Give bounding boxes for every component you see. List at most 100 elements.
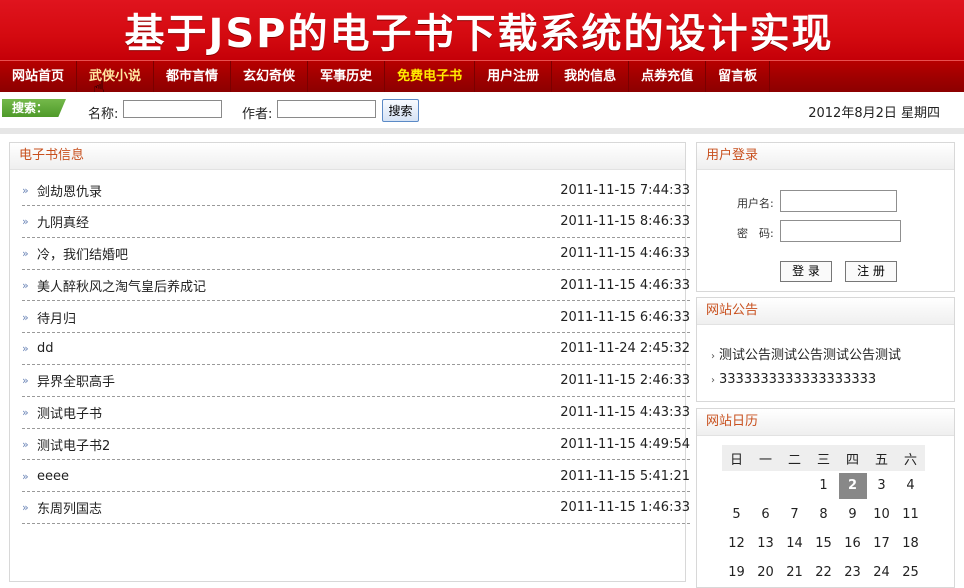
notice-item[interactable]: › 测试公告测试公告测试公告测试	[711, 344, 901, 363]
notice-item[interactable]: › 3333333333333333333	[711, 372, 876, 387]
book-time: 2011-11-24 2:45:32	[560, 341, 690, 357]
book-title[interactable]: 九阴真经	[37, 212, 89, 231]
author-search-input[interactable]	[277, 100, 376, 118]
book-row[interactable]: » 异界全职高手 2011-11-15 2:46:33	[22, 366, 690, 397]
double-chevron-icon: »	[22, 501, 29, 515]
nav-item-1[interactable]: 武侠小说	[77, 61, 155, 92]
calendar-day[interactable]: 24	[867, 558, 896, 587]
notice-text: 3333333333333333333	[719, 372, 877, 387]
book-list: » 剑劫恩仇录 2011-11-15 7:44:33 » 九阴真经 2011-11-15 …	[22, 175, 690, 525]
calendar-day[interactable]: 21	[780, 558, 809, 587]
book-title[interactable]: 东周列国志	[37, 498, 102, 517]
book-left: » 剑劫恩仇录	[22, 181, 102, 200]
book-left: » 待月归	[22, 308, 76, 327]
username-input[interactable]	[780, 190, 897, 212]
book-time: 2011-11-15 7:44:33	[560, 182, 690, 198]
site-banner: 基于JSP的电子书下载系统的设计实现	[0, 0, 964, 60]
calendar-weekday: 日	[722, 445, 751, 471]
nav-item-9[interactable]: 留言板	[706, 61, 771, 92]
book-time: 2011-11-15 8:46:33	[560, 214, 690, 230]
calendar-day[interactable]: 17	[867, 529, 896, 558]
book-title[interactable]: 异界全职高手	[37, 371, 115, 390]
calendar-day[interactable]: 3	[867, 471, 896, 500]
search-button[interactable]: 搜索	[382, 99, 419, 122]
nav-item-3[interactable]: 玄幻奇侠	[231, 61, 309, 92]
calendar-today[interactable]: 2	[838, 472, 867, 499]
book-left: » dd	[22, 341, 54, 356]
book-row[interactable]: » 待月归 2011-11-15 6:46:33	[22, 302, 690, 334]
calendar-day[interactable]: 15	[809, 529, 838, 558]
book-title[interactable]: eeee	[37, 469, 69, 484]
register-button[interactable]: 注 册	[845, 261, 897, 282]
nav-item-8[interactable]: 点券充值	[629, 61, 707, 92]
calendar-panel: 网站日历 日一二三四五六 1 2 3 4 5 6 7 8 9 10 11 12 13 14 15 16 17 18 1…	[696, 408, 955, 588]
calendar-day[interactable]: 9	[838, 500, 867, 529]
login-button[interactable]: 登 录	[780, 261, 832, 282]
book-row[interactable]: » 测试电子书2 2011-11-15 4:49:54	[22, 429, 690, 461]
calendar-day[interactable]: 11	[896, 500, 925, 529]
book-left: » 东周列国志	[22, 498, 102, 517]
nav-item-2[interactable]: 都市言情	[154, 61, 232, 92]
book-row[interactable]: » 九阴真经 2011-11-15 8:46:33	[22, 207, 690, 238]
calendar-day[interactable]: 13	[751, 529, 780, 558]
calendar-weekday: 三	[809, 445, 838, 471]
book-title[interactable]: 冷，我们结婚吧	[37, 244, 128, 263]
name-search-input[interactable]	[123, 100, 222, 118]
calendar-day[interactable]: 23	[838, 558, 867, 587]
calendar-day[interactable]: 7	[780, 500, 809, 529]
book-title[interactable]: 剑劫恩仇录	[37, 181, 102, 200]
calendar-day[interactable]: 2	[838, 471, 867, 500]
book-row[interactable]: » 冷，我们结婚吧 2011-11-15 4:46:33	[22, 239, 690, 270]
calendar-day[interactable]: 6	[751, 500, 780, 529]
calendar-weekday: 六	[896, 445, 925, 471]
calendar-day[interactable]: 14	[780, 529, 809, 558]
double-chevron-icon: »	[22, 374, 29, 388]
calendar-day[interactable]: 25	[896, 558, 925, 587]
bullet-icon: ›	[711, 375, 715, 386]
current-date: 2012年8月2日 星期四	[808, 106, 940, 121]
book-title[interactable]: 待月归	[37, 308, 76, 327]
calendar-day[interactable]: 22	[809, 558, 838, 587]
calendar-day[interactable]: 19	[722, 558, 751, 587]
calendar-day[interactable]: 5	[722, 500, 751, 529]
username-label: 用户名:	[737, 197, 774, 210]
calendar-day[interactable]: 8	[809, 500, 838, 529]
book-row[interactable]: » 东周列国志 2011-11-15 1:46:33	[22, 493, 690, 524]
calendar-day[interactable]: 20	[751, 558, 780, 587]
calendar-title: 网站日历	[697, 409, 954, 436]
nav-item-5[interactable]: 免费电子书	[385, 61, 476, 92]
book-left: » 异界全职高手	[22, 371, 115, 390]
calendar-day[interactable]: 18	[896, 529, 925, 558]
calendar-day[interactable]: 10	[867, 500, 896, 529]
book-row[interactable]: » eeee 2011-11-15 5:41:21	[22, 461, 690, 493]
book-title[interactable]: 测试电子书2	[37, 435, 110, 454]
nav-item-7[interactable]: 我的信息	[552, 61, 630, 92]
book-row[interactable]: » 美人醉秋风之淘气皇后养成记 2011-11-15 4:46:33	[22, 270, 690, 302]
name-label: 名称:	[88, 107, 119, 122]
book-time: 2011-11-15 4:46:33	[560, 277, 690, 293]
password-input[interactable]	[780, 220, 901, 242]
notice-text: 测试公告测试公告测试公告测试	[719, 348, 902, 363]
nav-item-0[interactable]: 网站首页	[0, 61, 78, 92]
login-panel: 用户登录 用户名: 密 码: 登 录 注 册	[696, 142, 955, 292]
calendar-day[interactable]: 4	[896, 471, 925, 500]
book-row[interactable]: » 剑劫恩仇录 2011-11-15 7:44:33	[22, 175, 690, 206]
nav-item-4[interactable]: 军事历史	[308, 61, 386, 92]
book-title[interactable]: 美人醉秋风之淘气皇后养成记	[37, 276, 206, 295]
book-time: 2011-11-15 4:49:54	[560, 436, 690, 452]
nav-item-6[interactable]: 用户注册	[475, 61, 553, 92]
book-time: 2011-11-15 2:46:33	[560, 373, 690, 389]
book-row[interactable]: » dd 2011-11-24 2:45:32	[22, 334, 690, 365]
double-chevron-icon: »	[22, 215, 29, 229]
book-title[interactable]: 测试电子书	[37, 403, 102, 422]
book-time: 2011-11-15 1:46:33	[560, 500, 690, 516]
book-time: 2011-11-15 5:41:21	[560, 468, 690, 484]
calendar-day[interactable]: 1	[809, 471, 838, 500]
calendar-day[interactable]: 16	[838, 529, 867, 558]
calendar-day[interactable]: 12	[722, 529, 751, 558]
book-title[interactable]: dd	[37, 341, 54, 356]
login-title: 用户登录	[697, 143, 954, 170]
calendar-day	[780, 471, 809, 500]
book-row[interactable]: » 测试电子书 2011-11-15 4:43:33	[22, 398, 690, 429]
double-chevron-icon: »	[22, 183, 29, 197]
